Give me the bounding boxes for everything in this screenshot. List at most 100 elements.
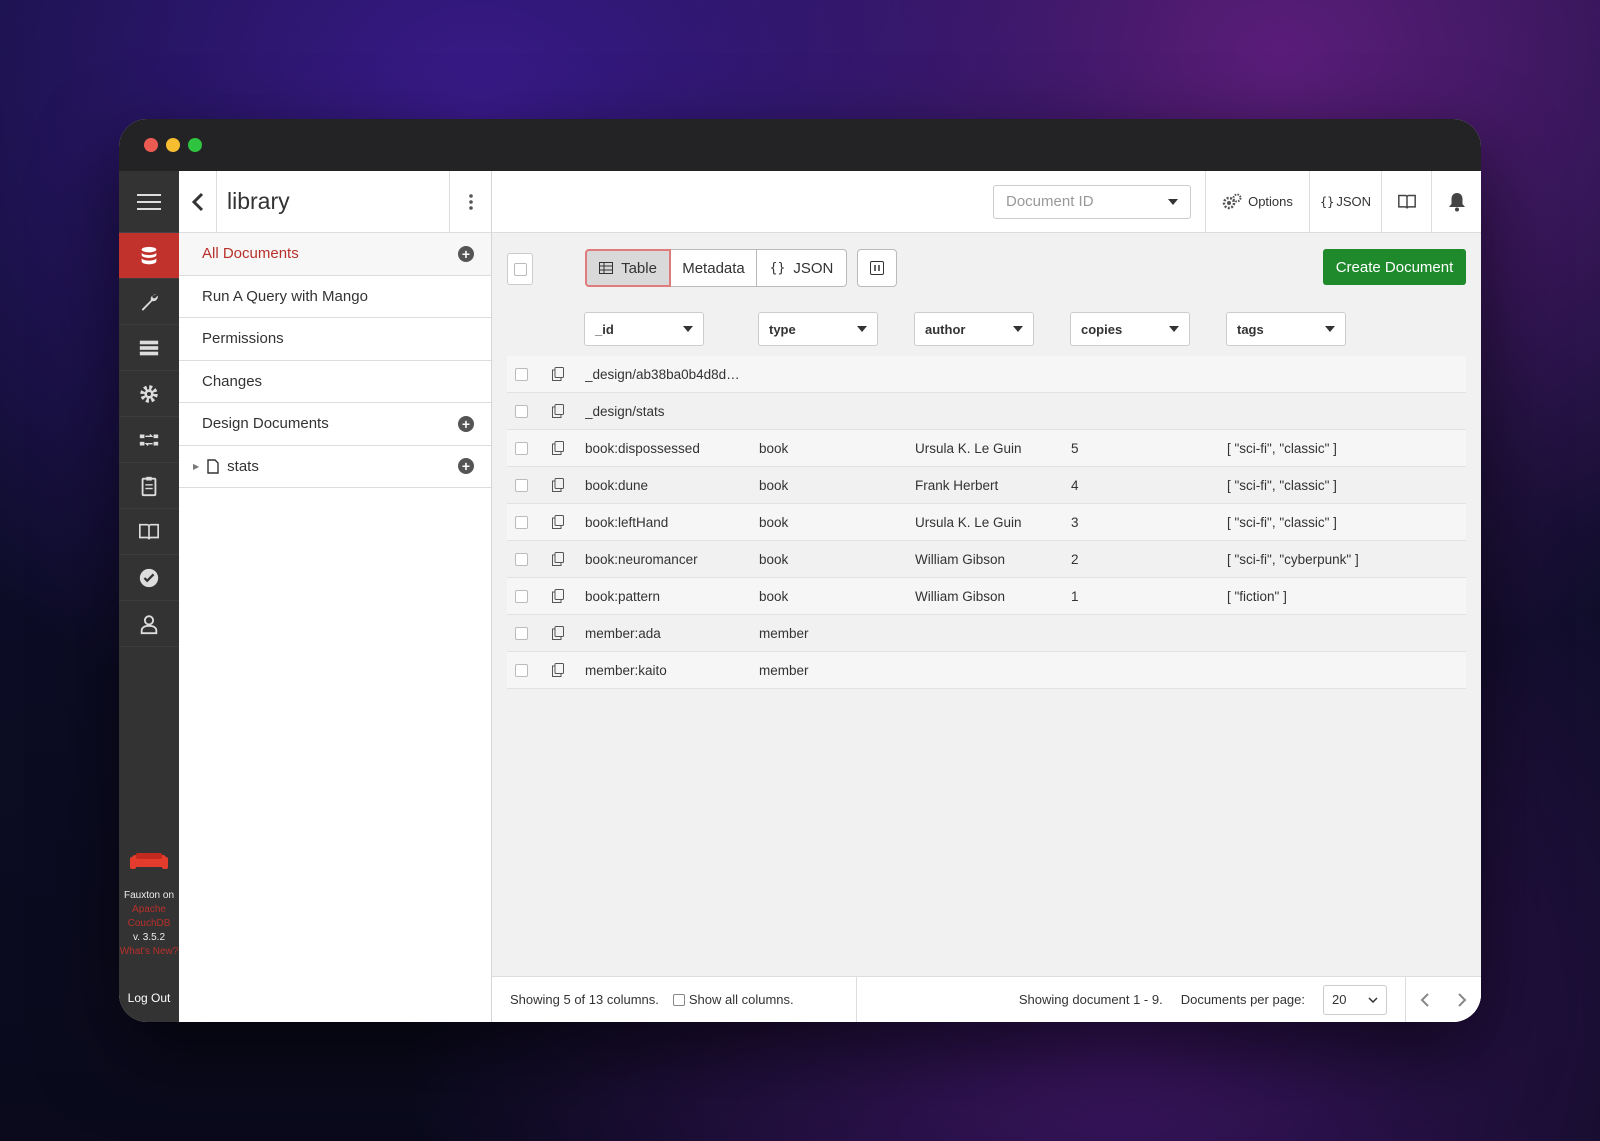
json-view-button[interactable]: {} JSON <box>757 249 847 287</box>
back-button[interactable] <box>179 171 217 232</box>
minimize-window-button[interactable] <box>166 138 180 152</box>
row-checkbox[interactable] <box>515 478 528 492</box>
docs-button[interactable] <box>1381 170 1431 233</box>
column-select-author[interactable]: author <box>914 312 1034 346</box>
copy-icon[interactable] <box>552 663 564 677</box>
table-view-button[interactable]: Table <box>585 249 671 287</box>
add-document-icon[interactable]: + <box>458 245 474 262</box>
nav-config[interactable] <box>119 371 179 417</box>
sidebar-item-all-documents[interactable]: All Documents + <box>179 233 491 276</box>
table-row[interactable]: book:dispossessed book Ursula K. Le Guin 5 [… <box>507 430 1466 467</box>
hamburger-menu-button[interactable] <box>119 171 179 233</box>
nav-user[interactable] <box>119 601 179 647</box>
table-footer: Showing 5 of 13 columns. Show all column… <box>492 976 1481 1022</box>
previous-page-icon[interactable] <box>1420 992 1430 1008</box>
column-select-id[interactable]: _id <box>584 312 704 346</box>
copy-icon[interactable] <box>552 515 564 529</box>
table-row[interactable]: book:dune book Frank Herbert 4 [ "sci-fi", "… <box>507 467 1466 504</box>
create-document-button[interactable]: Create Document <box>1323 249 1466 285</box>
next-page-icon[interactable] <box>1457 992 1467 1008</box>
toggle-expand-button[interactable] <box>857 249 897 287</box>
nav-docs[interactable] <box>119 509 179 555</box>
row-checkbox[interactable] <box>515 404 528 418</box>
copy-icon[interactable] <box>552 552 564 566</box>
sidebar-item-label: Changes <box>202 372 263 390</box>
cell-type: book <box>759 514 789 530</box>
column-select-type[interactable]: type <box>758 312 878 346</box>
table-row[interactable]: member:kaito member <box>507 652 1466 689</box>
wrench-icon <box>141 294 158 311</box>
table-icon <box>599 262 614 274</box>
api-json-button[interactable]: {} JSON <box>1309 170 1381 233</box>
table-row[interactable]: book:leftHand book Ursula K. Le Guin 3 [ "sc… <box>507 504 1466 541</box>
version-label: v. 3.5.2 <box>132 932 166 943</box>
gear-icon <box>140 384 158 403</box>
column-select-copies[interactable]: copies <box>1070 312 1190 346</box>
clipboard-icon <box>141 476 157 496</box>
notifications-button[interactable] <box>1431 170 1481 233</box>
row-checkbox[interactable] <box>515 515 528 529</box>
row-checkbox[interactable] <box>515 367 528 381</box>
table-row[interactable]: book:neuromancer book William Gibson 2 [ "sc… <box>507 541 1466 578</box>
row-checkbox[interactable] <box>515 552 528 566</box>
close-window-button[interactable] <box>144 138 158 152</box>
copy-icon[interactable] <box>552 626 564 640</box>
expand-triangle-icon[interactable]: ▶ <box>193 462 199 471</box>
brand-line1: Fauxton on <box>123 890 175 901</box>
hamburger-icon <box>137 193 161 210</box>
nav-documentation[interactable] <box>119 463 179 509</box>
row-checkbox[interactable] <box>515 626 528 640</box>
copy-icon[interactable] <box>552 404 564 418</box>
row-checkbox[interactable] <box>515 441 528 455</box>
cell-id: book:pattern <box>585 588 661 604</box>
copy-icon[interactable] <box>552 478 564 492</box>
column-select-tags[interactable]: tags <box>1226 312 1346 346</box>
table-row[interactable]: book:pattern book William Gibson 1 [ "fictio… <box>507 578 1466 615</box>
sidebar-item-changes[interactable]: Changes <box>179 361 491 403</box>
more-options-button[interactable] <box>449 171 491 232</box>
cell-author: William Gibson <box>915 588 1006 604</box>
sidebar-item-permissions[interactable]: Permissions <box>179 318 491 361</box>
copy-icon[interactable] <box>552 367 564 381</box>
sidebar-item-label: Run A Query with Mango <box>202 287 368 305</box>
logout-link[interactable]: Log Out <box>119 991 179 1005</box>
show-all-columns-toggle[interactable]: Show all columns. <box>672 992 794 1007</box>
row-checkbox[interactable] <box>515 589 528 603</box>
cell-tags: [ "sci-fi", "classic" ] <box>1227 514 1337 530</box>
select-all-checkbox[interactable] <box>507 253 533 285</box>
main-content: Document ID Options {} JSON Table Metada… <box>492 170 1481 1022</box>
copy-icon[interactable] <box>552 589 564 603</box>
add-design-doc-icon[interactable]: + <box>458 415 474 432</box>
cell-type: book <box>759 588 789 604</box>
copy-icon[interactable] <box>552 441 564 455</box>
nav-replication[interactable] <box>119 417 179 463</box>
whats-new-link[interactable]: What's New? <box>119 945 179 959</box>
nav-active-tasks[interactable] <box>119 325 179 371</box>
nav-verify[interactable] <box>119 555 179 601</box>
maximize-window-button[interactable] <box>188 138 202 152</box>
sidebar-item-stats[interactable]: ▶ stats + <box>179 446 491 488</box>
table-row[interactable]: _design/stats <box>507 393 1466 430</box>
table-row[interactable]: _design/ab38ba0b4d8d… <box>507 356 1466 393</box>
couchdb-link[interactable]: CouchDB <box>119 917 179 931</box>
apache-link[interactable]: Apache <box>119 903 179 917</box>
add-view-icon[interactable]: + <box>458 458 474 475</box>
nav-setup[interactable] <box>119 279 179 325</box>
table-row[interactable]: member:ada member <box>507 615 1466 652</box>
show-all-checkbox[interactable] <box>672 993 685 1006</box>
check-icon <box>139 568 159 587</box>
server-icon <box>139 340 159 355</box>
sidebar-item-mango-query[interactable]: Run A Query with Mango <box>179 276 491 318</box>
sidebar-item-design-documents[interactable]: Design Documents + <box>179 403 491 446</box>
options-button[interactable]: Options <box>1205 170 1309 233</box>
document-id-dropdown[interactable]: Document ID <box>993 184 1191 219</box>
cell-id: _design/ab38ba0b4d8d… <box>585 366 740 382</box>
sidebar-item-label: stats <box>227 457 259 475</box>
per-page-select[interactable]: 20 <box>1323 984 1387 1015</box>
cell-author: William Gibson <box>915 551 1006 567</box>
database-title: library <box>227 188 290 214</box>
metadata-view-button[interactable]: Metadata <box>671 249 757 287</box>
cell-copies: 2 <box>1071 551 1079 567</box>
row-checkbox[interactable] <box>515 663 528 677</box>
nav-databases[interactable] <box>119 233 179 279</box>
